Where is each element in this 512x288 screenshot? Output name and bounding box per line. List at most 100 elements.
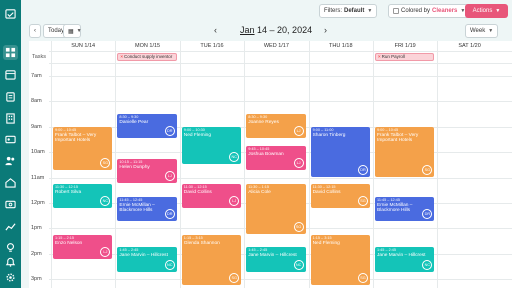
- calendar-event[interactable]: 1:15 – 2:15 Enzo Nelson LJ: [53, 234, 113, 260]
- calendar-event[interactable]: 1:15 – 3:15 Ned Fleming SG: [310, 234, 370, 285]
- main-area: Filters: Default ▼ Colored by Cleaners ▼…: [21, 0, 512, 288]
- filters-dropdown[interactable]: Filters: Default ▼: [319, 4, 378, 18]
- task-chip[interactable]: ×Run Payroll: [375, 53, 435, 61]
- lightbulb-icon[interactable]: [3, 240, 18, 255]
- settings-icon[interactable]: [3, 270, 18, 285]
- assignee-avatar: NC: [229, 151, 240, 162]
- day-header[interactable]: MON 1/15: [115, 41, 179, 51]
- day-header[interactable]: FRI 1/19: [373, 41, 437, 51]
- calendar-event[interactable]: 1:45 – 2:45 Jane Marvin – Hillcrest NC: [246, 247, 306, 272]
- time-label: 11am: [31, 174, 45, 181]
- task-remove-icon[interactable]: ×: [378, 54, 381, 59]
- building-icon[interactable]: [3, 111, 18, 126]
- time-label: 7am: [31, 73, 42, 79]
- event-title: Ned Fleming: [183, 132, 211, 138]
- actions-button[interactable]: Actions ▼: [465, 4, 508, 18]
- calendar-event[interactable]: 1:45 – 2:45 Jane Marvin – Hillcrest NC: [117, 247, 177, 272]
- assignee-avatar: NC: [293, 259, 304, 270]
- event-time: 1:45 – 2:45: [248, 248, 268, 253]
- event-time: 1:15 – 3:15: [183, 235, 203, 240]
- event-time: 11:30 – 1:15: [248, 184, 270, 189]
- calendar-check-icon[interactable]: [3, 6, 18, 21]
- event-title: Joanne Reyes: [248, 120, 279, 126]
- dollar-icon[interactable]: [3, 197, 18, 212]
- event-time: 11:30 – 12:15: [183, 184, 207, 189]
- date-picker-button[interactable]: ▦ ▼: [63, 24, 82, 38]
- event-title: Enzo Nelson: [55, 240, 83, 246]
- calendar-event[interactable]: 11:45 – 12:45 Ernie McMillan – Blackmore …: [375, 196, 435, 222]
- tasks-divider: [49, 63, 512, 64]
- calendar-event[interactable]: 11:45 – 12:45 Ernie McMillan – Blackmore …: [117, 196, 177, 222]
- assignee-avatar: LJ: [229, 196, 240, 207]
- calendar-event[interactable]: 10:15 – 11:15 Helen Dunphy LJ: [117, 158, 177, 183]
- time-label: 3pm: [31, 276, 42, 283]
- event-time: 10:15 – 11:15: [119, 159, 143, 164]
- chevron-down-icon: ▼: [495, 8, 501, 14]
- assignee-avatar: LJ: [164, 170, 175, 181]
- calendar-icon: ▦: [68, 28, 74, 35]
- time-label: 12pm: [31, 200, 45, 206]
- event-title: Robert Silva: [55, 189, 82, 195]
- calendar-event[interactable]: 9:00 – 11:00 Sharon Tinberg DR: [310, 126, 370, 177]
- header-divider: [49, 51, 512, 52]
- assignee-avatar: SG: [229, 272, 240, 283]
- grid-icon[interactable]: [3, 45, 18, 60]
- day-header[interactable]: SAT 1/20: [437, 41, 501, 51]
- chevron-down-icon: ▼: [488, 28, 494, 34]
- clipboard-icon[interactable]: [3, 89, 18, 104]
- day-header[interactable]: THU 1/18: [309, 41, 373, 51]
- previous-week-arrow[interactable]: ‹: [214, 25, 217, 35]
- calendar-event[interactable]: 11:30 – 12:15 Robert Silva NC: [53, 183, 113, 209]
- calendar-event[interactable]: 8:30 – 9:30 Danielle Pear DR: [117, 114, 177, 139]
- calendar-icon[interactable]: [3, 67, 18, 82]
- calendar-event[interactable]: 9:00 – 10:45 Frank Talbot – Very Importan…: [375, 126, 435, 177]
- next-week-arrow[interactable]: ›: [324, 25, 327, 35]
- event-title: Frank Talbot – Very Important Hotels: [55, 132, 97, 144]
- week-title-month: Jan: [240, 25, 255, 35]
- day-column-divider: [179, 41, 181, 288]
- task-remove-icon[interactable]: ×: [120, 54, 123, 59]
- week-title[interactable]: Jan 14 – 20, 2024: [240, 25, 312, 35]
- prev-arrow-button[interactable]: ‹: [29, 24, 41, 38]
- calendar-event[interactable]: 9:00 – 10:45 Frank Talbot – Very Importan…: [53, 126, 113, 171]
- event-title: Glenda Shannon: [183, 240, 220, 246]
- event-title: Frank Talbot – Very Important Hotels: [377, 132, 419, 144]
- chart-icon[interactable]: [3, 219, 18, 234]
- id-card-icon[interactable]: [3, 132, 18, 147]
- day-header[interactable]: WED 1/17: [244, 41, 308, 51]
- calendar-event[interactable]: 9:45 – 10:45 Joshua Bowman LJ: [246, 145, 306, 171]
- calendar-event[interactable]: 1:45 – 2:45 Jane Marvin – Hillcrest NC: [375, 247, 435, 272]
- day-column-divider: [115, 41, 117, 288]
- tasks-row-label: Tasks: [32, 54, 47, 60]
- task-chip[interactable]: ×Conduct supply inventor: [117, 53, 177, 61]
- day-header[interactable]: SUN 1/14: [51, 41, 115, 51]
- calendar-event[interactable]: 11:30 – 12:15 David Collins SG: [310, 183, 370, 209]
- assignee-avatar: SG: [357, 196, 368, 207]
- users-icon[interactable]: [3, 153, 18, 168]
- view-selector-dropdown[interactable]: Week ▼: [465, 24, 499, 38]
- assignee-avatar: SG: [422, 164, 433, 175]
- calendar-event[interactable]: 11:30 – 12:15 David Collins LJ: [181, 183, 242, 209]
- chevron-down-icon: ▼: [76, 28, 82, 34]
- colored-by-swatch-icon: [393, 8, 399, 14]
- event-title: Helen Dunphy: [119, 164, 150, 170]
- event-time: 11:30 – 12:15: [55, 184, 78, 189]
- colored-by-dropdown[interactable]: Colored by Cleaners ▼: [388, 4, 471, 18]
- week-title-range: 14 – 20, 2024: [257, 25, 313, 35]
- assignee-avatar: DR: [422, 209, 433, 220]
- assignee-avatar: NC: [422, 259, 433, 270]
- day-column-divider: [244, 41, 246, 288]
- bell-icon[interactable]: [3, 254, 18, 269]
- calendar-event[interactable]: 8:30 – 9:30 Joanne Reyes LJ: [246, 114, 306, 139]
- calendar-event[interactable]: 11:30 – 1:15 Alicia Cole SG: [246, 183, 306, 234]
- view-label: Week: [470, 28, 486, 34]
- event-time: 9:00 – 11:00: [312, 127, 334, 132]
- home-icon[interactable]: [3, 175, 18, 190]
- calendar-event[interactable]: 9:00 – 10:30 Ned Fleming NC: [181, 126, 242, 164]
- calendar-event[interactable]: 1:15 – 3:15 Glenda Shannon SG: [181, 234, 242, 285]
- event-time: 11:30 – 12:15: [312, 184, 336, 189]
- event-time: 9:00 – 10:45: [55, 127, 77, 132]
- hour-gridline: [49, 279, 512, 281]
- day-header[interactable]: TUE 1/16: [180, 41, 244, 51]
- time-label: 2pm: [31, 250, 42, 257]
